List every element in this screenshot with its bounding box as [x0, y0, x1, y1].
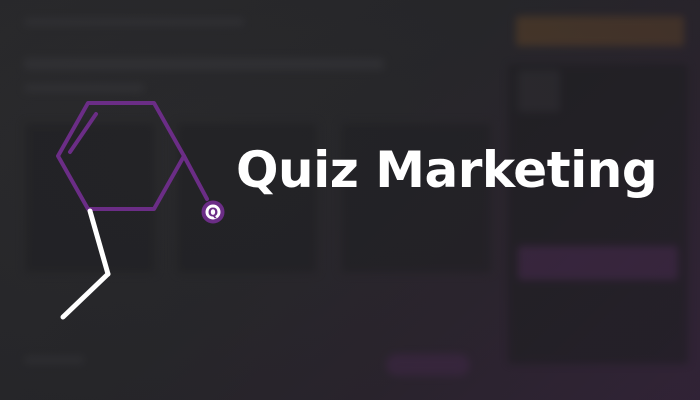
substituent-bond: [182, 154, 209, 201]
q-atom-letter: Q: [208, 206, 218, 220]
double-bond-line: [68, 112, 98, 154]
chain-bond-2: [60, 271, 111, 320]
banner-card: Q Quiz Marketing: [0, 0, 700, 400]
hexagon-ring: [56, 101, 186, 211]
chain-bond-1: [87, 208, 111, 277]
brand-title: Quiz Marketing: [236, 141, 658, 199]
molecule-ring-icon: Q: [56, 101, 225, 320]
